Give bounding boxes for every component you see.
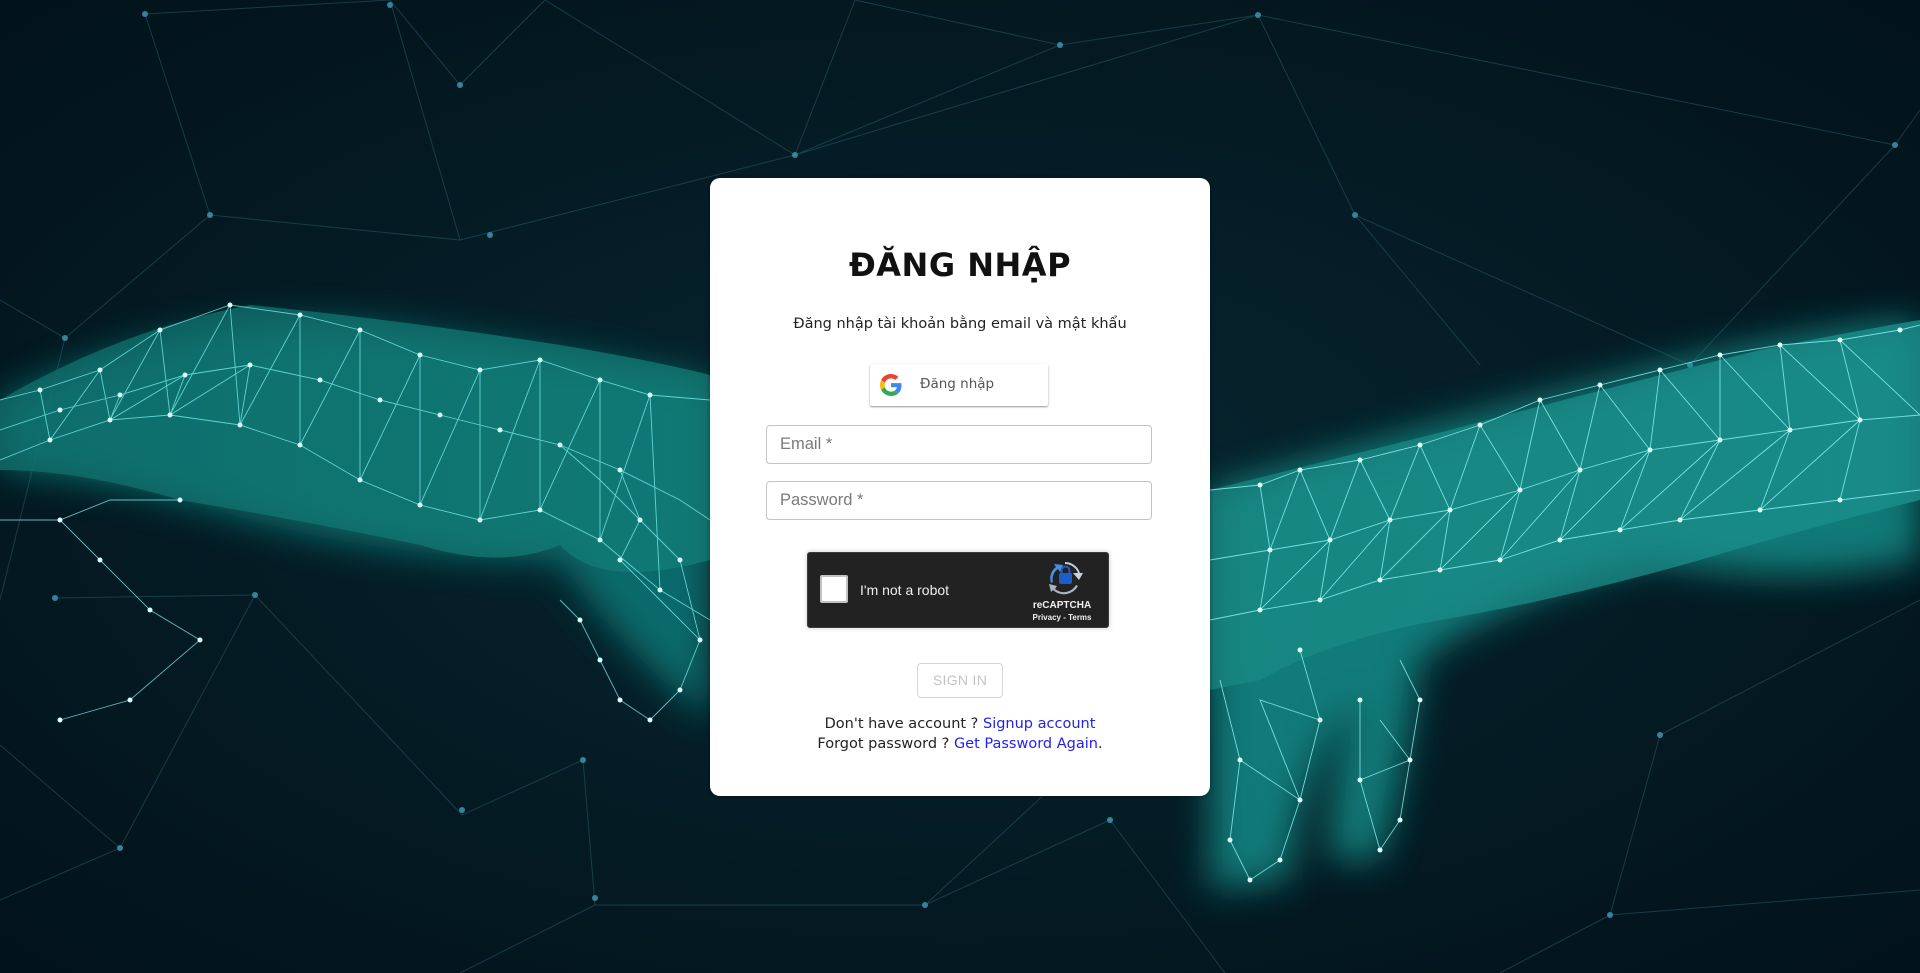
email-input[interactable] — [767, 426, 1151, 463]
recaptcha-link-separator: - — [1060, 613, 1069, 622]
recaptcha-logo-icon — [1049, 562, 1083, 595]
login-subtitle: Đăng nhập tài khoản bằng email và mật kh… — [793, 316, 1127, 332]
page-title: ĐĂNG NHẬP — [848, 246, 1072, 284]
recaptcha-checkbox[interactable] — [820, 575, 848, 603]
signup-link[interactable]: Signup account — [983, 716, 1095, 732]
login-card: ĐĂNG NHẬP Đăng nhập tài khoản bằng email… — [710, 178, 1210, 796]
recaptcha-terms-link[interactable]: Terms — [1068, 613, 1091, 622]
sign-in-button[interactable]: SIGN IN — [917, 663, 1003, 698]
google-g-icon — [880, 374, 902, 396]
forgot-password-prompt: Forgot password ? Get Password Again. — [710, 736, 1210, 752]
forgot-password-text: Forgot password ? — [817, 736, 954, 752]
recaptcha-label: I'm not a robot — [860, 582, 950, 598]
email-field[interactable] — [766, 425, 1152, 464]
forgot-suffix: . — [1097, 736, 1103, 752]
recaptcha-privacy-link[interactable]: Privacy — [1033, 613, 1061, 622]
recaptcha-widget: I'm not a robot reCAPTCHA Privacy - Term… — [807, 552, 1109, 628]
google-sign-in-label: Đăng nhập — [920, 376, 995, 392]
password-field[interactable] — [766, 481, 1152, 520]
recaptcha-brand: reCAPTCHA — [1032, 600, 1092, 611]
google-sign-in-button[interactable]: Đăng nhập — [870, 364, 1048, 406]
recaptcha-links: Privacy - Terms — [1012, 613, 1112, 622]
password-input[interactable] — [767, 482, 1151, 519]
get-password-again-link[interactable]: Get Password Again — [954, 736, 1098, 752]
signup-prompt: Don't have account ? Signup account — [710, 716, 1210, 732]
no-account-text: Don't have account ? — [824, 716, 983, 732]
